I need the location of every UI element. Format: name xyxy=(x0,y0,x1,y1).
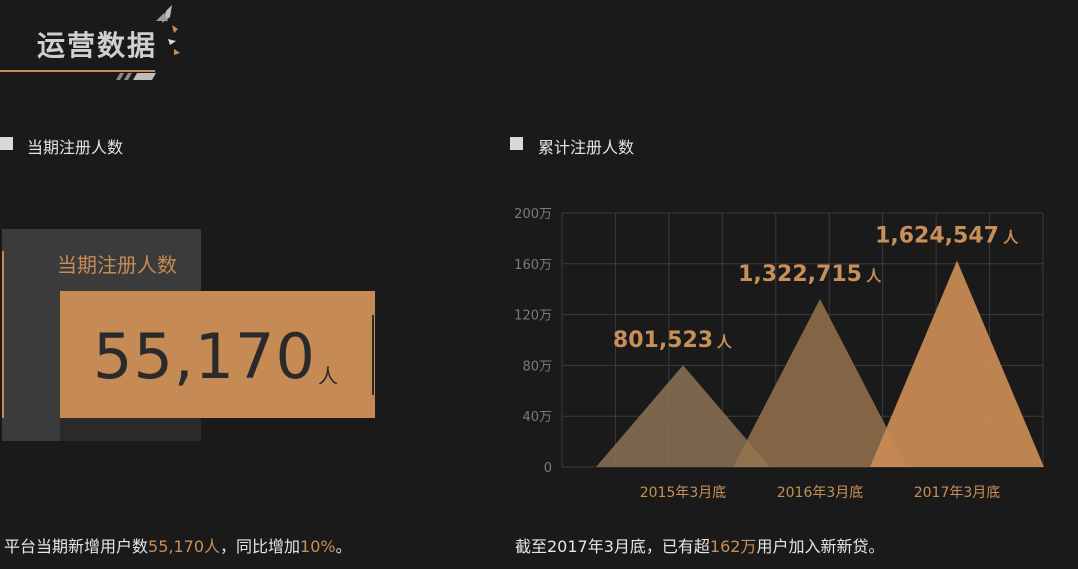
y-tick-label: 160万 xyxy=(514,258,552,273)
x-axis-ticks: 2015年3月底 2016年3月底 2017年3月底 xyxy=(640,485,1001,501)
data-label-value: 1,322,715 xyxy=(738,262,862,287)
section-bullet xyxy=(510,137,523,150)
x-tick-label: 2015年3月底 xyxy=(640,485,727,501)
summary-suffix: 。 xyxy=(335,537,352,556)
summary-mid: ，同比增加 xyxy=(220,537,301,556)
leaf-decoration xyxy=(156,5,180,55)
cumulative-summary: 截至2017年3月底，已有超162万用户加入新新贷。 xyxy=(515,533,884,557)
triangle-mark-3 xyxy=(870,260,1044,467)
registration-unit: 人 xyxy=(318,364,338,388)
summary-prefix: 截至2017年3月底，已有超 xyxy=(515,537,710,556)
y-tick-label: 120万 xyxy=(514,309,552,324)
card-accent-line xyxy=(372,315,374,395)
summary-percent: 10% xyxy=(300,537,336,556)
card-caption: 当期注册人数 xyxy=(57,253,177,277)
cumulative-registrations-chart: 0 40万 80万 120万 160万 200万 2015年3月底 2016年3月底 2017… xyxy=(514,207,1044,501)
page-title: 运营数据 xyxy=(37,29,158,62)
data-label-value: 1,624,547 xyxy=(875,224,999,249)
y-tick-label: 0 xyxy=(544,461,552,476)
section-label-current: 当期注册人数 xyxy=(27,138,124,157)
data-label-unit: 人 xyxy=(1003,229,1019,247)
section-bullet xyxy=(0,137,13,150)
current-summary: 平台当期新增用户数55,170人，同比增加10%。 xyxy=(4,533,352,557)
summary-value: 162万 xyxy=(709,537,757,556)
y-tick-label: 200万 xyxy=(514,207,552,222)
y-tick-label: 80万 xyxy=(522,359,552,374)
y-tick-label: 40万 xyxy=(522,410,552,425)
x-tick-label: 2016年3月底 xyxy=(777,485,864,501)
data-label-unit: 人 xyxy=(866,267,882,285)
section-label-cumulative: 累计注册人数 xyxy=(538,138,635,157)
y-axis-ticks: 0 40万 80万 120万 160万 200万 xyxy=(514,207,552,476)
card-shadow xyxy=(60,418,201,441)
data-label-value: 801,523 xyxy=(613,328,713,353)
chart-marks xyxy=(596,260,1044,467)
data-label-unit: 人 xyxy=(717,333,733,351)
stripe-decoration xyxy=(116,73,156,80)
x-tick-label: 2017年3月底 xyxy=(914,485,1001,501)
summary-prefix: 平台当期新增用户数 xyxy=(4,537,149,556)
card-accent-line xyxy=(2,251,4,418)
summary-value: 55,170人 xyxy=(148,537,221,556)
registration-count: 55,170 xyxy=(93,320,316,393)
summary-suffix: 用户加入新新贷。 xyxy=(756,537,885,556)
